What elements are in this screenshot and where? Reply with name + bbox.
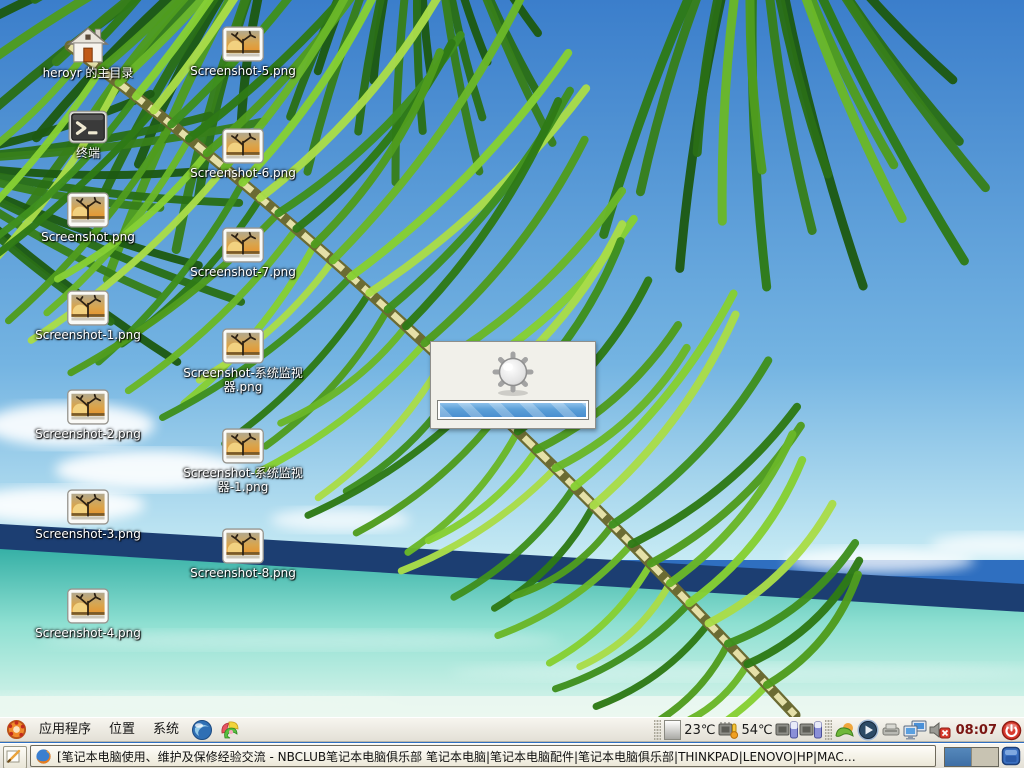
menu-places[interactable]: 位置 — [100, 718, 144, 742]
desktop-icon-screenshot-7[interactable]: Screenshot-7.png — [168, 227, 318, 279]
icon-label: heroyr 的主目录 — [13, 66, 163, 80]
workspace-1[interactable] — [945, 748, 971, 766]
workspace-switcher — [944, 747, 999, 767]
sensor-temp2: 54℃ — [741, 723, 772, 738]
panel-handle[interactable] — [654, 720, 661, 740]
image-file-icon — [67, 192, 109, 228]
image-file-icon — [222, 26, 264, 62]
desktop-icon-screenshot-2[interactable]: Screenshot-2.png — [13, 389, 163, 441]
menu-system[interactable]: 系统 — [144, 718, 188, 742]
workspace-2[interactable] — [971, 748, 998, 766]
taskbar-window-button[interactable]: [笔记本电脑使用、维护及保修经验交流 - NBCLUB笔记本电脑俱乐部 笔记本电… — [30, 745, 936, 767]
image-file-icon — [67, 290, 109, 326]
image-file-icon — [67, 588, 109, 624]
image-file-icon — [222, 528, 264, 564]
image-file-icon — [67, 389, 109, 425]
desktop: heroyr 的主目录 终端 Screenshot.png Screenshot… — [0, 0, 1024, 717]
image-file-icon — [222, 428, 264, 464]
window-selector-icon[interactable] — [1001, 746, 1021, 766]
cpufreq-applet-icon[interactable] — [664, 720, 681, 740]
firefox-icon — [35, 748, 52, 765]
desktop-icon-screenshot-8[interactable]: Screenshot-8.png — [168, 528, 318, 580]
browser-launcher-icon[interactable] — [191, 719, 213, 741]
media-play-tray-icon[interactable] — [856, 718, 880, 742]
splash-progress-fill — [440, 403, 586, 417]
image-file-icon — [222, 227, 264, 263]
taskbar-window-title: [笔记本电脑使用、维护及保修经验交流 - NBCLUB笔记本电脑俱乐部 笔记本电… — [57, 748, 856, 765]
window-list-panel: [笔记本电脑使用、维护及保修经验交流 - NBCLUB笔记本电脑俱乐部 笔记本电… — [0, 743, 1024, 768]
chip-gauge-icon[interactable] — [775, 720, 799, 740]
desktop-icon-screenshot-5[interactable]: Screenshot-5.png — [168, 26, 318, 78]
panel-handle[interactable] — [825, 720, 832, 740]
image-file-icon — [222, 128, 264, 164]
desktop-icon-terminal[interactable]: 终端 — [13, 110, 163, 160]
chip-gauge-icon[interactable] — [799, 720, 823, 740]
power-button-icon[interactable] — [1001, 720, 1022, 741]
home-icon — [67, 26, 109, 64]
mine-sun-icon — [487, 350, 539, 398]
desktop-icon-screenshot[interactable]: Screenshot.png — [13, 192, 163, 244]
distro-menu-icon[interactable] — [6, 719, 27, 740]
printer-icon[interactable] — [880, 721, 902, 739]
image-file-icon — [67, 489, 109, 525]
volume-muted-icon[interactable] — [928, 720, 952, 740]
icon-label: 终端 — [13, 146, 163, 160]
desktop-icon-screenshot-6[interactable]: Screenshot-6.png — [168, 128, 318, 180]
clock[interactable]: 08:07 — [956, 723, 997, 738]
chip-thermometer-icon[interactable] — [717, 720, 739, 740]
screen: heroyr 的主目录 终端 Screenshot.png Screenshot… — [0, 0, 1024, 768]
desktop-icon-screenshot-sysmon-1[interactable]: Screenshot-系统监视器-1.png — [168, 428, 318, 494]
menu-applications[interactable]: 应用程序 — [30, 718, 100, 742]
desktop-icon-screenshot-sysmon[interactable]: Screenshot-系统监视器.png — [168, 328, 318, 394]
splash-dialog — [430, 341, 596, 429]
app-launcher-icon[interactable] — [219, 719, 241, 741]
desktop-icon-home[interactable]: heroyr 的主目录 — [13, 26, 163, 80]
sensor-temp1: 23℃ — [684, 723, 715, 738]
desktop-icon-screenshot-1[interactable]: Screenshot-1.png — [13, 290, 163, 342]
show-desktop-icon — [4, 747, 24, 766]
show-desktop-button[interactable] — [3, 746, 27, 768]
terminal-icon — [68, 110, 108, 144]
weather-applet-icon[interactable] — [834, 720, 856, 740]
image-file-icon — [222, 328, 264, 364]
splash-progressbar — [437, 400, 589, 420]
desktop-icon-screenshot-4[interactable]: Screenshot-4.png — [13, 588, 163, 640]
desktop-icon-screenshot-3[interactable]: Screenshot-3.png — [13, 489, 163, 541]
gnome-panel: 应用程序 位置 系统 23℃ — [0, 717, 1024, 742]
system-tray: 23℃ 54℃ — [652, 718, 1022, 742]
network-monitors-icon[interactable] — [902, 719, 928, 741]
